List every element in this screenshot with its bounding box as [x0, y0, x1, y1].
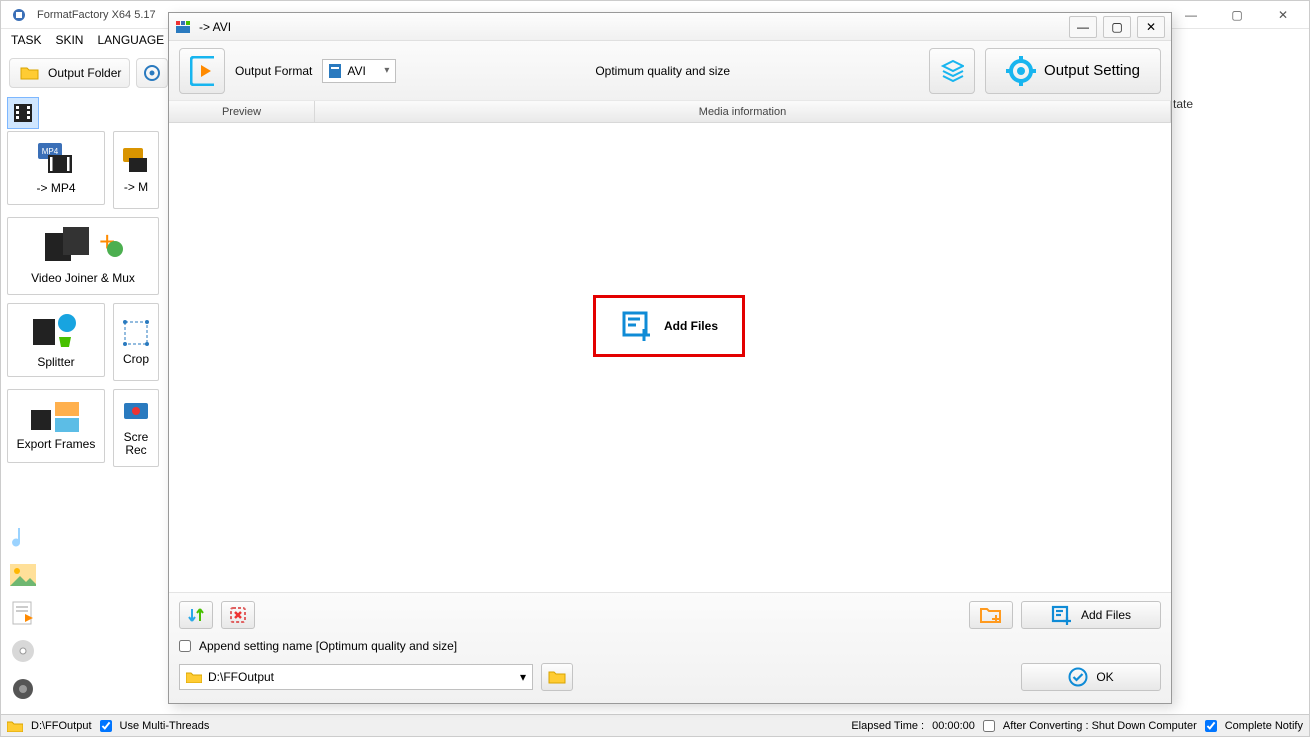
- add-files-icon: [620, 309, 654, 343]
- tools-category-icon[interactable]: [7, 673, 39, 705]
- add-files-dropzone[interactable]: Add Files: [593, 295, 745, 357]
- output-format-value: AVI: [347, 64, 365, 78]
- gear-icon: [1006, 56, 1036, 86]
- append-setting-label: Append setting name [Optimum quality and…: [199, 639, 457, 653]
- output-setting-label: Output Setting: [1044, 62, 1140, 79]
- menu-language[interactable]: LANGUAGE: [97, 33, 164, 47]
- add-files-dropzone-label: Add Files: [664, 319, 718, 333]
- tile-export-frames-label: Export Frames: [17, 438, 96, 451]
- category-video[interactable]: [7, 97, 39, 129]
- elapsed-label: Elapsed Time :: [851, 720, 924, 732]
- dialog-toolbar: Output Format AVI ▾ Optimum quality and …: [169, 41, 1171, 101]
- svg-text:MP4: MP4: [42, 147, 59, 156]
- tile-splitter-label: Splitter: [37, 355, 74, 369]
- folder-icon: [18, 61, 42, 85]
- after-convert-checkbox[interactable]: [983, 720, 995, 732]
- tile-m-label: -> M: [124, 180, 148, 194]
- left-category-icons: [7, 521, 39, 705]
- right-header-fragment: tate: [1173, 97, 1303, 111]
- dialog-titlebar: -> AVI — ▢ ✕: [169, 13, 1171, 41]
- multi-threads-label: Use Multi-Threads: [120, 720, 210, 732]
- main-window-title: FormatFactory X64 5.17: [37, 9, 156, 21]
- image-category-icon[interactable]: [7, 559, 39, 591]
- multi-threads-checkbox[interactable]: [100, 720, 112, 732]
- tile-mp4[interactable]: MP4 -> MP4: [7, 131, 105, 205]
- menu-skin[interactable]: SKIN: [55, 33, 83, 47]
- sort-button[interactable]: [179, 601, 213, 629]
- dialog-body: Add Files: [169, 123, 1171, 592]
- main-maximize-button[interactable]: ▢: [1217, 5, 1257, 25]
- gear-small-icon: [143, 64, 161, 82]
- browse-folder-button[interactable]: [541, 663, 573, 691]
- menu-task[interactable]: TASK: [11, 33, 41, 47]
- dialog-title: -> AVI: [199, 20, 231, 34]
- audio-category-icon[interactable]: [7, 521, 39, 553]
- profile-text: Optimum quality and size: [406, 64, 919, 78]
- output-format-dropdown[interactable]: AVI ▾: [322, 59, 396, 83]
- add-folder-button[interactable]: [969, 601, 1013, 629]
- dialog-app-icon: [175, 18, 193, 36]
- chevron-down-icon: ▾: [520, 670, 526, 684]
- complete-notify-label: Complete Notify: [1225, 720, 1303, 732]
- check-circle-icon: [1068, 667, 1088, 687]
- dialog-bottom-panel: Add Files Append setting name [Optimum q…: [169, 592, 1171, 703]
- layers-button[interactable]: [929, 48, 975, 94]
- dialog-maximize-button[interactable]: ▢: [1103, 16, 1131, 38]
- after-convert-label: After Converting : Shut Down Computer: [1003, 720, 1197, 732]
- output-path-dropdown[interactable]: D:\FFOutput ▾: [179, 664, 533, 690]
- col-media-info[interactable]: Media information: [315, 101, 1171, 122]
- output-folder-button[interactable]: Output Folder: [9, 58, 130, 88]
- dialog-minimize-button[interactable]: —: [1069, 16, 1097, 38]
- document-category-icon[interactable]: [7, 597, 39, 629]
- tile-mp4-label: -> MP4: [36, 181, 75, 195]
- output-setting-button[interactable]: Output Setting: [985, 48, 1161, 94]
- status-bar: D:\FFOutput Use Multi-Threads Elapsed Ti…: [1, 714, 1309, 736]
- tile-export-frames[interactable]: Export Frames: [7, 389, 105, 463]
- ok-button-label: OK: [1096, 670, 1113, 684]
- tile-screen-record[interactable]: Scre Rec: [113, 389, 159, 467]
- ok-button[interactable]: OK: [1021, 663, 1161, 691]
- folder-small-icon: [186, 671, 202, 683]
- remove-button[interactable]: [221, 601, 255, 629]
- tile-m-partial[interactable]: -> M: [113, 131, 159, 209]
- preview-play-button[interactable]: [179, 48, 225, 94]
- settings-gear-button[interactable]: [136, 58, 168, 88]
- tool-tiles: MP4 -> MP4 -> M + Video Joiner & Mux Spl…: [7, 131, 167, 475]
- avi-dialog: -> AVI — ▢ ✕ Output Format AVI ▾ Optimum…: [168, 12, 1172, 704]
- output-format-label: Output Format: [235, 64, 312, 78]
- main-minimize-button[interactable]: —: [1171, 5, 1211, 25]
- format-file-icon: [329, 64, 341, 78]
- app-icon: [7, 3, 31, 27]
- col-preview[interactable]: Preview: [169, 101, 315, 122]
- state-header-fragment: tate: [1173, 97, 1193, 111]
- tile-joiner[interactable]: + Video Joiner & Mux: [7, 217, 159, 295]
- status-folder-icon: [7, 720, 23, 732]
- append-setting-checkbox[interactable]: [179, 640, 191, 652]
- chevron-down-icon: ▾: [384, 65, 389, 76]
- output-folder-label: Output Folder: [48, 66, 121, 80]
- dialog-column-headers: Preview Media information: [169, 101, 1171, 123]
- tile-crop[interactable]: Crop: [113, 303, 159, 381]
- tile-crop-label: Crop: [123, 352, 149, 366]
- elapsed-value: 00:00:00: [932, 720, 975, 732]
- complete-notify-checkbox[interactable]: [1205, 720, 1217, 732]
- output-path-value: D:\FFOutput: [208, 670, 274, 684]
- status-output-path[interactable]: D:\FFOutput: [31, 720, 92, 732]
- tile-screen-rec-label: Scre Rec: [114, 431, 158, 457]
- add-files-button-label: Add Files: [1081, 608, 1131, 622]
- category-strip: [7, 97, 47, 129]
- dialog-close-button[interactable]: ✕: [1137, 16, 1165, 38]
- add-files-button[interactable]: Add Files: [1021, 601, 1161, 629]
- disc-category-icon[interactable]: [7, 635, 39, 667]
- add-files-button-icon: [1051, 605, 1073, 625]
- main-close-button[interactable]: ✕: [1263, 5, 1303, 25]
- tile-splitter[interactable]: Splitter: [7, 303, 105, 377]
- tile-joiner-label: Video Joiner & Mux: [31, 271, 135, 285]
